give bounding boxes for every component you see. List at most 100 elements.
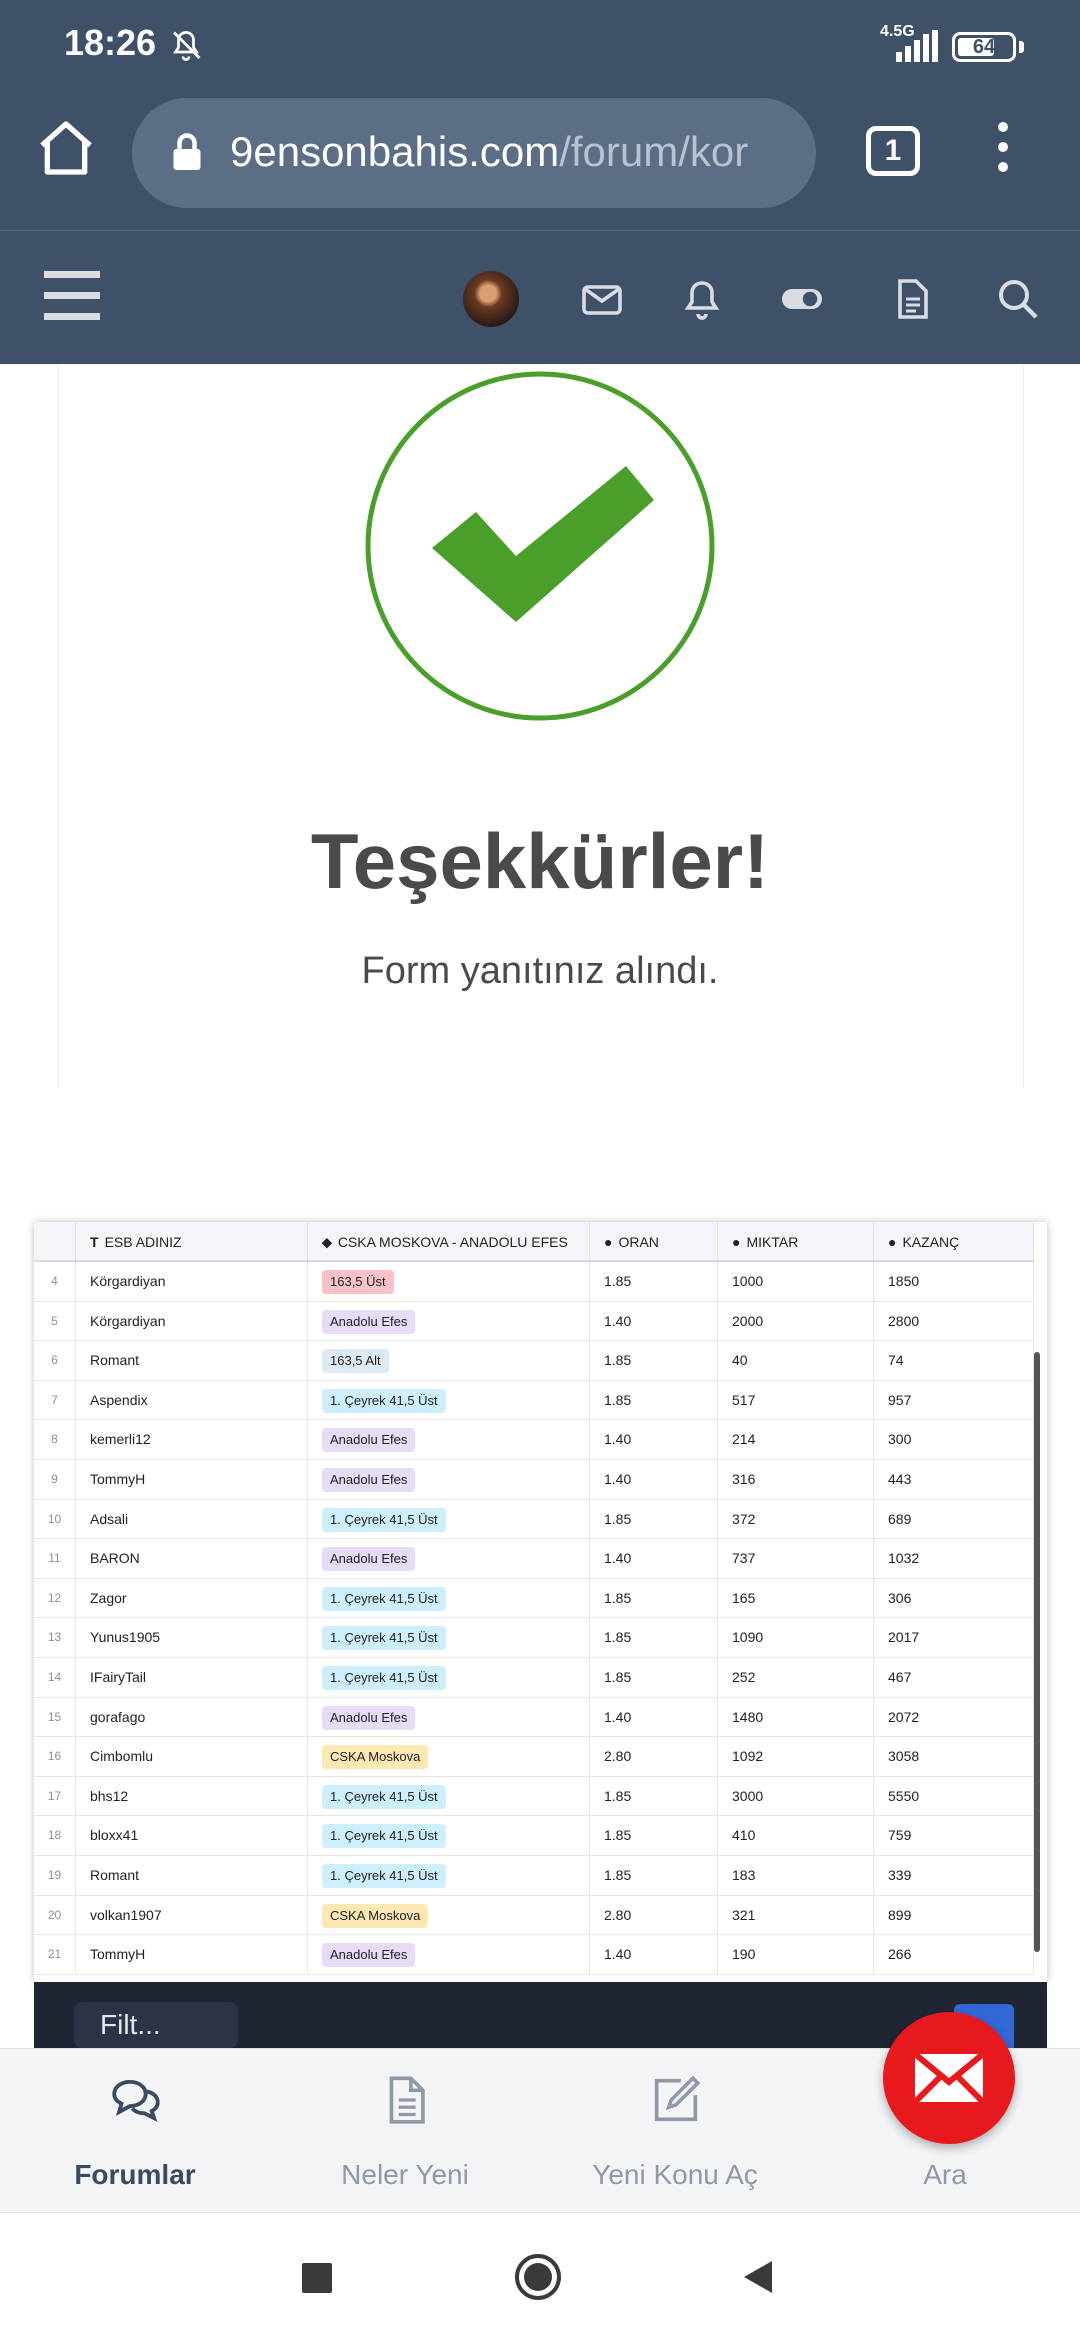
table-cell[interactable]: 1850 [874,1262,1034,1301]
row-number[interactable]: 16 [34,1737,76,1776]
column-header[interactable]: ⬥ CSKA MOSKOVA - ANADOLU EFES [308,1222,590,1260]
table-cell[interactable]: Körgardiyan [76,1262,308,1301]
table-cell[interactable]: 1.85 [590,1816,718,1855]
column-header[interactable]: ● KAZANÇ [874,1222,1034,1260]
row-number[interactable]: 19 [34,1856,76,1895]
table-cell[interactable]: 1.85 [590,1578,718,1618]
row-number[interactable]: 18 [34,1816,76,1855]
table-row[interactable]: 4 Körgardiyan 163,5 Üst 1.85 1000 1850 [34,1262,1034,1302]
table-cell[interactable]: Yunus1905 [76,1618,308,1657]
table-cell[interactable]: 517 [718,1380,874,1420]
table-cell[interactable]: 1.85 [590,1618,718,1657]
mail-icon[interactable] [578,275,626,323]
row-number[interactable]: 17 [34,1776,76,1816]
table-cell[interactable]: 1.85 [590,1341,718,1380]
table-cell[interactable]: 165 [718,1578,874,1618]
table-cell[interactable]: TommyH [76,1935,308,1974]
table-row[interactable]: 12 Zagor 1. Çeyrek 41,5 Üst 1.85 165 306 [34,1578,1034,1619]
search-icon[interactable] [994,275,1042,323]
table-cell[interactable]: 306 [874,1578,1034,1618]
overflow-menu-icon[interactable] [988,122,1018,182]
table-cell[interactable]: 467 [874,1658,1034,1697]
table-cell[interactable]: 1090 [718,1618,874,1657]
table-cell[interactable]: 1. Çeyrek 41,5 Üst [308,1658,590,1697]
table-cell[interactable]: 339 [874,1856,1034,1895]
table-cell[interactable]: 1. Çeyrek 41,5 Üst [308,1499,590,1539]
table-cell[interactable]: 1. Çeyrek 41,5 Üst [308,1856,590,1895]
table-row[interactable]: 6 Romant 163,5 Alt 1.85 40 74 [34,1341,1034,1381]
table-cell[interactable]: 1480 [718,1697,874,1737]
table-cell[interactable]: 74 [874,1341,1034,1380]
table-cell[interactable]: 899 [874,1895,1034,1935]
row-number[interactable]: 11 [34,1539,76,1578]
table-cell[interactable]: 183 [718,1856,874,1895]
table-cell[interactable]: 3000 [718,1776,874,1816]
table-cell[interactable]: Romant [76,1341,308,1380]
row-number[interactable]: 14 [34,1658,76,1697]
table-cell[interactable]: 737 [718,1539,874,1578]
table-cell[interactable]: IFairyTail [76,1658,308,1697]
table-cell[interactable]: Körgardiyan [76,1301,308,1341]
table-cell[interactable]: Adsali [76,1499,308,1539]
table-cell[interactable]: Zagor [76,1578,308,1618]
nav-neler-yeni[interactable]: Neler Yeni [270,2049,540,2213]
table-cell[interactable]: bloxx41 [76,1816,308,1855]
row-number[interactable]: 6 [34,1341,76,1380]
table-cell[interactable]: TommyH [76,1460,308,1499]
table-row[interactable]: 10 Adsali 1. Çeyrek 41,5 Üst 1.85 372 689 [34,1499,1034,1540]
table-cell[interactable]: BARON [76,1539,308,1578]
table-cell[interactable]: 689 [874,1499,1034,1539]
row-number[interactable]: 9 [34,1460,76,1499]
table-row[interactable]: 19 Romant 1. Çeyrek 41,5 Üst 1.85 183 339 [34,1856,1034,1896]
row-number[interactable]: 13 [34,1618,76,1657]
nav-forumlar[interactable]: Forumlar [0,2049,270,2213]
row-number[interactable]: 8 [34,1420,76,1459]
table-cell[interactable]: Anadolu Efes [308,1935,590,1974]
table-row[interactable]: 7 Aspendix 1. Çeyrek 41,5 Üst 1.85 517 957 [34,1380,1034,1421]
table-cell[interactable]: 1032 [874,1539,1034,1578]
table-cell[interactable]: 1.85 [590,1856,718,1895]
table-cell[interactable]: 1. Çeyrek 41,5 Üst [308,1578,590,1618]
row-number[interactable]: 12 [34,1578,76,1618]
table-cell[interactable]: 266 [874,1935,1034,1974]
table-row[interactable]: 17 bhs12 1. Çeyrek 41,5 Üst 1.85 3000 5550 [34,1776,1034,1817]
home-nav-icon[interactable] [514,2253,562,2301]
table-cell[interactable]: 759 [874,1816,1034,1855]
row-number[interactable]: 7 [34,1380,76,1420]
table-cell[interactable]: CSKA Moskova [308,1737,590,1776]
row-number[interactable]: 4 [34,1262,76,1301]
table-cell[interactable]: 163,5 Alt [308,1341,590,1380]
url-text[interactable]: 9ensonbahis.com/forum/kor [230,124,800,180]
table-cell[interactable]: 1.85 [590,1262,718,1301]
table-scrollbar[interactable] [1034,1352,1040,1952]
table-cell[interactable]: volkan1907 [76,1895,308,1935]
table-cell[interactable]: 163,5 Üst [308,1262,590,1301]
table-row[interactable]: 14 IFairyTail 1. Çeyrek 41,5 Üst 1.85 252 467 [34,1658,1034,1698]
back-icon[interactable] [736,2253,784,2301]
table-cell[interactable]: Aspendix [76,1380,308,1420]
table-row[interactable]: 15 gorafago Anadolu Efes 1.40 1480 2072 [34,1697,1034,1738]
table-cell[interactable]: CSKA Moskova [308,1895,590,1935]
table-cell[interactable]: 443 [874,1460,1034,1499]
table-row[interactable]: 13 Yunus1905 1. Çeyrek 41,5 Üst 1.85 1090 201… [34,1618,1034,1658]
table-cell[interactable]: 1000 [718,1262,874,1301]
table-cell[interactable]: 1. Çeyrek 41,5 Üst [308,1618,590,1657]
column-header[interactable]: ● ORAN [590,1222,718,1260]
table-cell[interactable]: 252 [718,1658,874,1697]
theme-toggle-icon[interactable] [778,275,826,323]
table-cell[interactable]: Romant [76,1856,308,1895]
table-cell[interactable]: 1.85 [590,1776,718,1816]
table-cell[interactable]: 3058 [874,1737,1034,1776]
tab-switcher-button[interactable]: 1 [866,126,920,176]
row-number[interactable]: 15 [34,1697,76,1737]
bell-icon[interactable] [678,275,726,323]
table-row[interactable]: 16 Cimbomlu CSKA Moskova 2.80 1092 3058 [34,1737,1034,1777]
table-cell[interactable]: Anadolu Efes [308,1460,590,1499]
table-cell[interactable]: 2.80 [590,1737,718,1776]
table-cell[interactable]: 214 [718,1420,874,1459]
table-cell[interactable]: 1.85 [590,1499,718,1539]
address-bar[interactable]: 9ensonbahis.com/forum/kor [132,98,816,208]
recents-icon[interactable] [292,2253,340,2301]
table-cell[interactable]: gorafago [76,1697,308,1737]
table-cell[interactable]: 1. Çeyrek 41,5 Üst [308,1816,590,1855]
